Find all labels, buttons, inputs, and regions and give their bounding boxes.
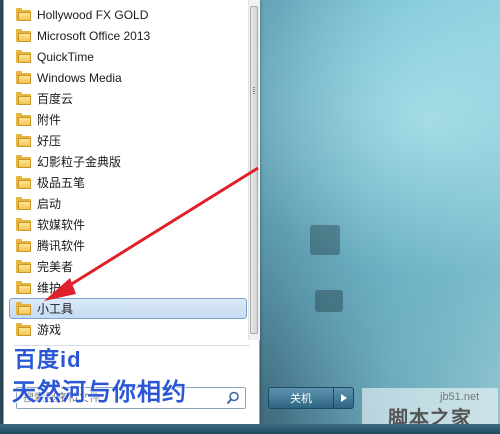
program-label: 完美者	[37, 260, 74, 274]
program-label: Microsoft Office 2013	[37, 28, 151, 43]
program-item[interactable]: 百度云	[9, 88, 247, 109]
program-item[interactable]: 极品五笔	[9, 172, 247, 193]
watermark-line2: 天然河与你相约	[12, 379, 187, 406]
program-label: Windows Media	[37, 70, 122, 85]
program-label: Hollywood FX GOLD	[37, 7, 149, 22]
watermark-line1: 百度id	[14, 347, 82, 372]
program-label: 腾讯软件	[37, 239, 86, 253]
folder-icon	[16, 7, 32, 22]
scrollbar-thumb[interactable]	[250, 6, 258, 334]
program-item[interactable]: 游戏	[9, 319, 247, 340]
folder-icon	[16, 70, 32, 85]
folder-icon	[16, 259, 32, 274]
chevron-right-icon	[340, 394, 347, 402]
folder-icon	[16, 217, 32, 232]
program-label: 附件	[37, 113, 62, 127]
program-item[interactable]: 幻影粒子金典版	[9, 151, 247, 172]
program-item[interactable]: 腾讯软件	[9, 235, 247, 256]
shutdown-options-button[interactable]	[334, 387, 354, 409]
program-item[interactable]: Microsoft Office 2013	[9, 25, 247, 46]
folder-icon	[16, 133, 32, 148]
program-list: Hollywood FX GOLD Microsoft Office 2013 Qu…	[9, 4, 247, 340]
program-item[interactable]: 软媒软件	[9, 214, 247, 235]
folder-icon	[16, 238, 32, 253]
shutdown-button[interactable]: 关机	[268, 387, 334, 409]
program-label: QuickTime	[37, 49, 94, 64]
program-label: 软媒软件	[37, 218, 86, 232]
program-label: 启动	[37, 197, 62, 211]
program-item[interactable]: Windows Media	[9, 67, 247, 88]
folder-icon	[16, 175, 32, 190]
program-item[interactable]: 小工具	[9, 298, 247, 319]
folder-icon	[16, 154, 32, 169]
folder-icon	[16, 28, 32, 43]
program-item[interactable]: 维护	[9, 277, 247, 298]
scrollbar-grip	[253, 87, 255, 95]
folder-icon	[16, 112, 32, 127]
program-item[interactable]: 附件	[9, 109, 247, 130]
blurred-icon	[310, 225, 340, 255]
folder-icon	[16, 322, 32, 337]
program-item[interactable]: 启动	[9, 193, 247, 214]
folder-icon	[16, 280, 32, 295]
program-label: 维护	[37, 281, 62, 295]
program-label: 极品五笔	[37, 176, 86, 190]
program-item[interactable]: 好压	[9, 130, 247, 151]
blurred-icon	[315, 290, 343, 312]
folder-icon	[16, 91, 32, 106]
program-label: 好压	[37, 134, 62, 148]
folder-icon	[16, 301, 32, 316]
program-item[interactable]: 完美者	[9, 256, 247, 277]
scrollbar[interactable]	[248, 0, 260, 340]
program-label: 百度云	[37, 92, 74, 106]
aero-glass-area	[255, 0, 500, 434]
taskbar	[0, 424, 500, 434]
program-item[interactable]: Hollywood FX GOLD	[9, 4, 247, 25]
program-item[interactable]: QuickTime	[9, 46, 247, 67]
program-label: 游戏	[37, 323, 62, 337]
folder-icon	[16, 196, 32, 211]
shutdown-label: 关机	[290, 393, 312, 405]
folder-icon	[16, 49, 32, 64]
program-label: 小工具	[37, 302, 74, 316]
search-icon[interactable]	[226, 391, 240, 405]
program-label: 幻影粒子金典版	[37, 155, 122, 169]
